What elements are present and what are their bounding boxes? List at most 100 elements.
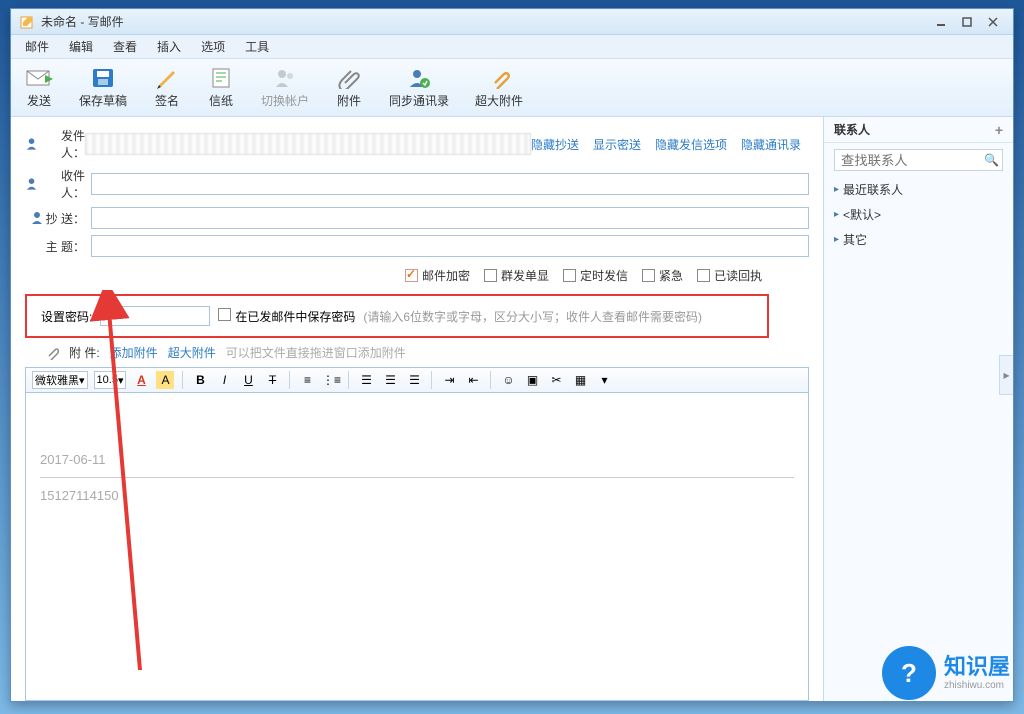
compose-pane: 发件人： 隐藏抄送 显示密送 隐藏发信选项 隐藏通讯录 收件人： 抄 送： 主 …: [11, 117, 823, 701]
align-left-button[interactable]: ☰: [357, 371, 375, 389]
add-contact-button[interactable]: +: [995, 122, 1003, 138]
menu-options[interactable]: 选项: [193, 36, 233, 57]
sync-contacts-icon: [405, 66, 433, 90]
paperclip-small-icon: [45, 346, 59, 360]
password-input[interactable]: [100, 306, 210, 326]
urgent-checkbox[interactable]: 紧急: [642, 267, 683, 284]
header-links: 隐藏抄送 显示密送 隐藏发信选项 隐藏通讯录: [531, 136, 809, 153]
more-button[interactable]: ▾: [595, 371, 613, 389]
body-line1: 2017-06-11: [40, 452, 794, 467]
scheduled-checkbox[interactable]: 定时发信: [563, 267, 628, 284]
menu-insert[interactable]: 插入: [149, 36, 189, 57]
add-attachment-link[interactable]: 添加附件: [110, 344, 158, 361]
attachment-row: 附 件: 添加附件 超大附件 可以把文件直接拖进窗口添加附件: [25, 338, 809, 367]
options-row: 邮件加密 群发单显 定时发信 紧急 已读回执: [25, 263, 809, 288]
menu-tools[interactable]: 工具: [237, 36, 277, 57]
menu-view[interactable]: 查看: [105, 36, 145, 57]
watermark: ? 知识屋 zhishiwu.com: [882, 646, 1010, 700]
watermark-brand: 知识屋: [944, 655, 1010, 679]
outdent-button[interactable]: ⇤: [464, 371, 482, 389]
subject-label: 主 题：: [25, 238, 85, 255]
sidebar-item-other[interactable]: 其它: [824, 227, 1013, 252]
watermark-icon: ?: [882, 646, 936, 700]
show-bcc-link[interactable]: 显示密送: [593, 136, 641, 153]
save-icon: [89, 66, 117, 90]
bold-button[interactable]: B: [191, 371, 209, 389]
app-window: 未命名 - 写邮件 邮件 编辑 查看 插入 选项 工具 发送 保存草稿 签名 信…: [10, 8, 1014, 702]
minimize-button[interactable]: [929, 14, 953, 30]
unordered-list-button[interactable]: ⋮≡: [322, 371, 340, 389]
table-button[interactable]: ▦: [571, 371, 589, 389]
close-button[interactable]: [981, 14, 1005, 30]
screenshot-button[interactable]: ✂: [547, 371, 565, 389]
sender-value: [85, 133, 531, 155]
align-right-button[interactable]: ☰: [405, 371, 423, 389]
paperclip-icon: [335, 66, 363, 90]
underline-button[interactable]: U: [239, 371, 257, 389]
mass-reply-checkbox[interactable]: 群发单显: [484, 267, 549, 284]
toolbar: 发送 保存草稿 签名 信纸 切换帐户 附件 同步通讯录 超大附件: [11, 59, 1013, 117]
strike-button[interactable]: T: [263, 371, 281, 389]
indent-button[interactable]: ⇥: [440, 371, 458, 389]
watermark-url: zhishiwu.com: [944, 680, 1010, 691]
switch-account-button[interactable]: 切换帐户: [257, 64, 313, 111]
big-attachment-link[interactable]: 超大附件: [168, 344, 216, 361]
window-title: 未命名 - 写邮件: [41, 13, 929, 30]
sync-contacts-button[interactable]: 同步通讯录: [385, 64, 453, 111]
editor-body[interactable]: 2017-06-11 15127114150: [25, 393, 809, 701]
attachment-button[interactable]: 附件: [331, 64, 367, 111]
ordered-list-button[interactable]: ≡: [298, 371, 316, 389]
attach-label: 附 件:: [69, 344, 100, 361]
send-button[interactable]: 发送: [21, 64, 57, 111]
signature-button[interactable]: 签名: [149, 64, 185, 111]
save-password-checkbox[interactable]: 在已发邮件中保存密码: [218, 308, 355, 325]
image-button[interactable]: ▣: [523, 371, 541, 389]
password-label: 设置密码:: [41, 308, 92, 325]
align-center-button[interactable]: ☰: [381, 371, 399, 389]
hide-contacts-link[interactable]: 隐藏通讯录: [741, 136, 801, 153]
highlight-button[interactable]: A: [156, 371, 174, 389]
switch-account-icon: [271, 66, 299, 90]
to-input[interactable]: [91, 173, 809, 195]
stationery-button[interactable]: 信纸: [203, 64, 239, 111]
italic-button[interactable]: I: [215, 371, 233, 389]
editor-toolbar: 微软雅黑 ▾ 10.5 ▾ A A B I U T ≡ ⋮≡ ☰ ☰ ☰ ⇥ ⇤: [25, 367, 809, 393]
cc-label: 抄 送：: [25, 210, 85, 227]
expand-tab[interactable]: ▸: [999, 355, 1013, 395]
password-section: 设置密码: 在已发邮件中保存密码 (请输入6位数字或字母，区分大小写；收件人查看…: [25, 294, 769, 338]
big-attachment-button[interactable]: 超大附件: [471, 64, 527, 111]
menu-edit[interactable]: 编辑: [61, 36, 101, 57]
fontsize-select[interactable]: 10.5 ▾: [94, 371, 127, 389]
maximize-button[interactable]: [955, 14, 979, 30]
sidebar-item-recent[interactable]: 最近联系人: [824, 177, 1013, 202]
font-color-button[interactable]: A: [132, 371, 150, 389]
contact-search-input[interactable]: [834, 149, 1003, 171]
compose-icon: [19, 14, 35, 30]
hide-cc-link[interactable]: 隐藏抄送: [531, 136, 579, 153]
menubar: 邮件 编辑 查看 插入 选项 工具: [11, 35, 1013, 59]
pen-icon: [153, 66, 181, 90]
cc-input[interactable]: [91, 207, 809, 229]
save-draft-button[interactable]: 保存草稿: [75, 64, 131, 111]
send-icon: [25, 66, 53, 90]
sidebar-header: 联系人 +: [824, 117, 1013, 143]
contacts-sidebar: 联系人 + 🔍 最近联系人 <默认> 其它: [823, 117, 1013, 701]
encrypt-checkbox[interactable]: 邮件加密: [405, 267, 470, 284]
subject-input[interactable]: [91, 235, 809, 257]
menu-mail[interactable]: 邮件: [17, 36, 57, 57]
body-line2: 15127114150: [40, 488, 794, 503]
big-paperclip-icon: [485, 66, 513, 90]
read-receipt-checkbox[interactable]: 已读回执: [697, 267, 762, 284]
search-icon: 🔍: [984, 153, 999, 167]
password-hint: (请输入6位数字或字母，区分大小写；收件人查看邮件需要密码): [363, 308, 702, 325]
to-label: 收件人：: [25, 167, 85, 201]
titlebar: 未命名 - 写邮件: [11, 9, 1013, 35]
main-area: 发件人： 隐藏抄送 显示密送 隐藏发信选项 隐藏通讯录 收件人： 抄 送： 主 …: [11, 117, 1013, 701]
hide-send-opts-link[interactable]: 隐藏发信选项: [655, 136, 727, 153]
sidebar-item-default[interactable]: <默认>: [824, 202, 1013, 227]
stationery-icon: [207, 66, 235, 90]
attach-hint: 可以把文件直接拖进窗口添加附件: [226, 344, 406, 361]
sender-label: 发件人：: [25, 127, 85, 161]
emoji-button[interactable]: ☺: [499, 371, 517, 389]
font-select[interactable]: 微软雅黑 ▾: [32, 371, 88, 389]
